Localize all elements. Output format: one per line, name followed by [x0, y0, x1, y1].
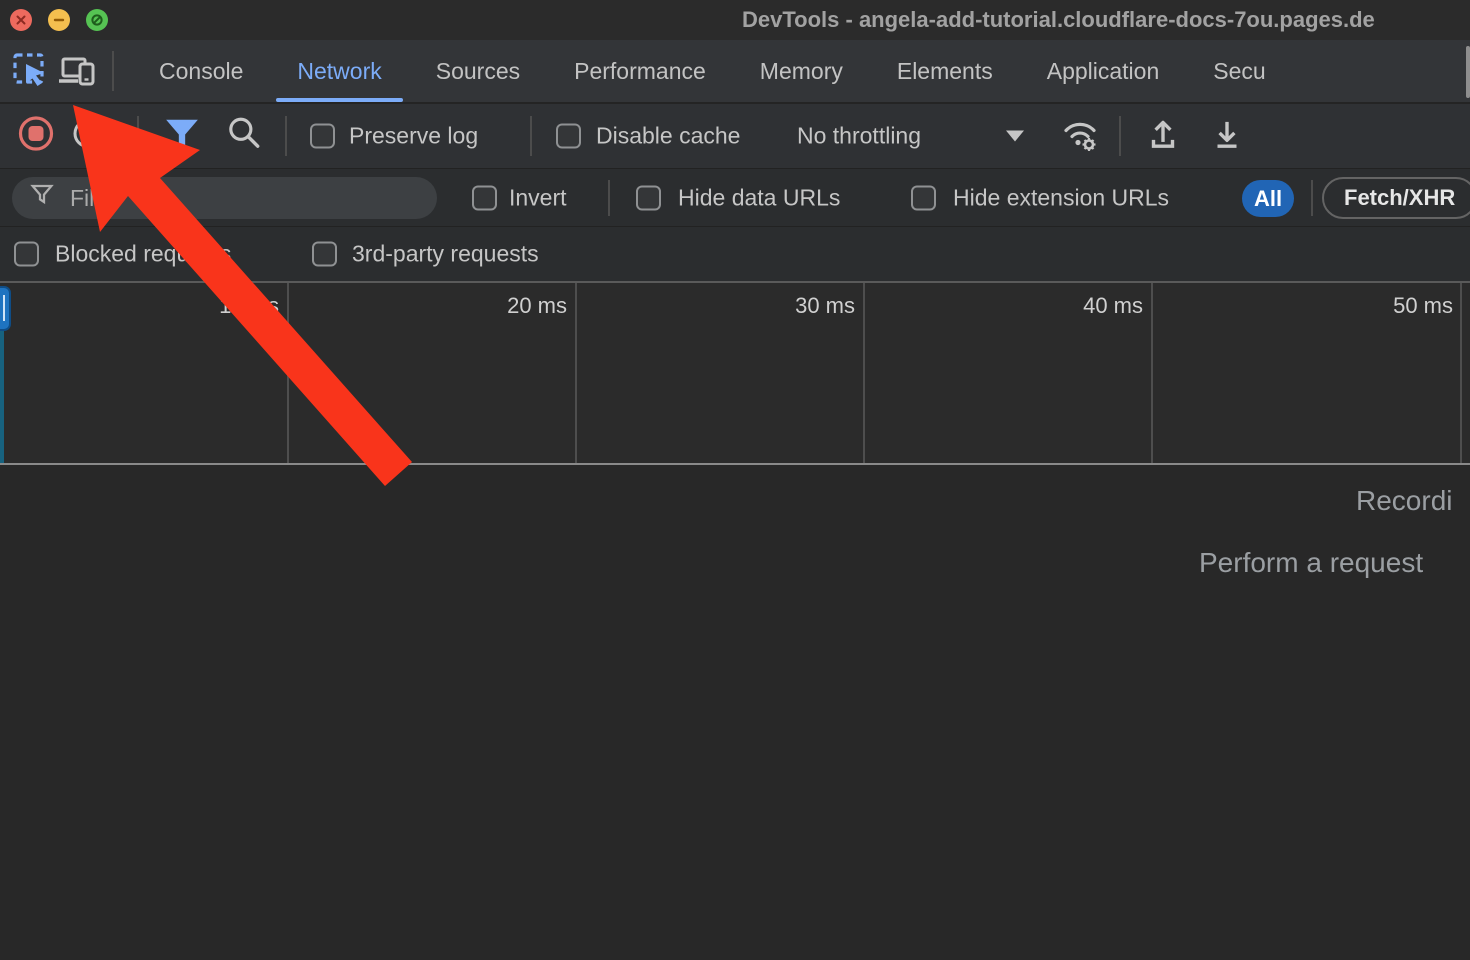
filter-chip-fetch-xhr[interactable]: Fetch/XHR	[1322, 177, 1470, 219]
overview-edge-line	[0, 331, 4, 463]
invert-checkbox[interactable]	[472, 185, 497, 210]
throttling-select[interactable]: No throttling	[797, 123, 921, 150]
hide-data-urls-label[interactable]: Hide data URLs	[678, 184, 840, 211]
toggle-device-toolbar-button[interactable]	[54, 48, 100, 94]
tab-memory[interactable]: Memory	[733, 40, 870, 102]
filter-input-funnel-icon	[30, 181, 54, 212]
third-party-requests-label[interactable]: 3rd-party requests	[352, 241, 539, 268]
third-party-requests-checkbox[interactable]	[312, 242, 337, 267]
toolbar-separator	[530, 116, 532, 156]
clipped-panel-edge	[1466, 46, 1470, 98]
filter-separator	[608, 180, 610, 216]
download-icon	[1208, 115, 1246, 153]
filter-toggle-button[interactable]	[163, 115, 201, 158]
record-button[interactable]	[16, 114, 56, 159]
clear-icon	[70, 116, 106, 152]
requests-empty-panel: Recordi Perform a request	[0, 465, 1470, 958]
preserve-log-checkbox[interactable]	[310, 124, 335, 149]
tab-application[interactable]: Application	[1020, 40, 1187, 102]
filter-funnel-icon	[163, 115, 201, 153]
close-icon	[15, 14, 27, 26]
window-zoom-button[interactable]	[86, 9, 108, 31]
tab-elements[interactable]: Elements	[870, 40, 1020, 102]
zoom-icon	[90, 13, 104, 27]
tabbar-separator	[112, 51, 114, 91]
window-close-button[interactable]	[10, 9, 32, 31]
tab-network[interactable]: Network	[270, 40, 408, 102]
device-toolbar-icon	[56, 51, 98, 91]
upload-icon	[1144, 115, 1182, 153]
timeline-divider	[863, 283, 865, 463]
toolbar-separator	[137, 116, 139, 156]
timeline-tick: 10 ms	[159, 293, 279, 319]
export-har-button[interactable]	[1208, 115, 1246, 158]
throttling-caret-icon[interactable]	[1006, 131, 1024, 142]
inspect-cursor-icon	[11, 51, 51, 91]
overview-drag-handle[interactable]	[0, 286, 11, 331]
import-har-button[interactable]	[1144, 115, 1182, 158]
network-waterfall-timeline[interactable]: 10 ms 20 ms 30 ms 40 ms 50 ms	[0, 281, 1470, 465]
clear-button[interactable]	[70, 116, 106, 157]
record-icon	[16, 114, 56, 154]
blocked-requests-checkbox[interactable]	[14, 242, 39, 267]
tab-sources[interactable]: Sources	[409, 40, 547, 102]
hide-extension-urls-checkbox[interactable]	[911, 185, 936, 210]
invert-label[interactable]: Invert	[509, 184, 567, 211]
timeline-tick: 50 ms	[1333, 293, 1453, 319]
window-minimize-button[interactable]	[48, 9, 70, 31]
tab-performance[interactable]: Performance	[547, 40, 733, 102]
blocked-requests-label[interactable]: Blocked requests	[55, 241, 231, 268]
timeline-tick: 30 ms	[735, 293, 855, 319]
network-conditions-button[interactable]	[1058, 113, 1102, 160]
tab-console[interactable]: Console	[132, 40, 270, 102]
timeline-divider	[1460, 283, 1462, 463]
timeline-divider	[575, 283, 577, 463]
disable-cache-label[interactable]: Disable cache	[596, 123, 740, 150]
filter-row: Invert Hide data URLs Hide extension URL…	[0, 169, 1470, 227]
filter-chip-all[interactable]: All	[1242, 180, 1294, 217]
window-title: DevTools - angela-add-tutorial.cloudflar…	[742, 0, 1375, 40]
inspect-element-button[interactable]	[8, 48, 54, 94]
timeline-tick: 40 ms	[1023, 293, 1143, 319]
search-button[interactable]	[225, 115, 263, 158]
devtools-tabbar: Console Network Sources Performance Memo…	[0, 40, 1470, 104]
request-filters-row: Blocked requests 3rd-party requests	[0, 227, 1470, 281]
window-titlebar: DevTools - angela-add-tutorial.cloudflar…	[0, 0, 1470, 40]
empty-state-hint-text: Perform a request	[1199, 547, 1423, 579]
empty-state-recording-text: Recordi	[1356, 485, 1452, 517]
panel-tabs: Console Network Sources Performance Memo…	[132, 40, 1293, 102]
minimize-icon	[53, 14, 65, 26]
disable-cache-checkbox[interactable]	[556, 124, 581, 149]
search-icon	[225, 115, 263, 153]
toolbar-separator	[1119, 116, 1121, 156]
timeline-divider	[287, 283, 289, 463]
preserve-log-label[interactable]: Preserve log	[349, 123, 478, 150]
hide-data-urls-checkbox[interactable]	[636, 185, 661, 210]
filter-input[interactable]	[12, 177, 437, 219]
network-toolbar: Preserve log Disable cache No throttling	[0, 104, 1470, 169]
tab-security[interactable]: Secu	[1186, 40, 1292, 102]
timeline-divider	[1151, 283, 1153, 463]
hide-extension-urls-label[interactable]: Hide extension URLs	[953, 184, 1169, 211]
wifi-gear-icon	[1058, 113, 1102, 155]
toolbar-separator	[285, 116, 287, 156]
filter-separator	[1311, 180, 1313, 216]
timeline-tick: 20 ms	[447, 293, 567, 319]
